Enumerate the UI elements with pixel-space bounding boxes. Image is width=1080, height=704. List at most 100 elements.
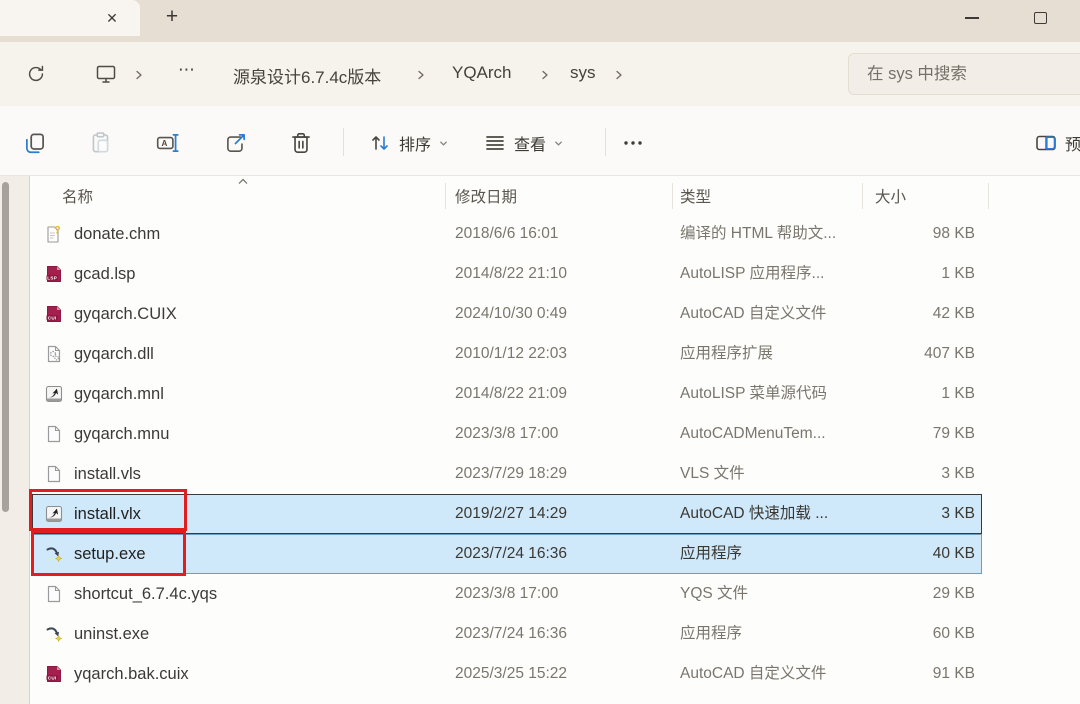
file-name: gyqarch.dll <box>74 334 154 374</box>
file-type: AutoCAD 自定义文件 <box>680 654 826 694</box>
paste-button[interactable] <box>80 126 122 160</box>
file-row[interactable]: gyqarch.mnl 2014/8/22 21:09 AutoLISP 菜单源… <box>30 374 1080 414</box>
file-size: 1 KB <box>858 254 975 294</box>
location-button[interactable] <box>93 60 119 88</box>
vlx-arrow-file-icon <box>44 504 64 524</box>
file-size: 60 KB <box>858 614 975 654</box>
file-size: 1 KB <box>858 374 975 414</box>
file-row[interactable]: LSP gcad.lsp 2014/8/22 21:10 AutoLISP 应用… <box>30 254 1080 294</box>
file-date-modified: 2023/7/24 16:36 <box>455 534 567 574</box>
search-input[interactable] <box>867 54 1067 94</box>
file-explorer-window: ✕ + ⋯ 源泉设计6.7.4c版本 YQArch sys <box>0 0 1080 704</box>
copy-icon <box>22 130 48 156</box>
file-size: 91 KB <box>858 654 975 694</box>
file-size: 40 KB <box>858 534 975 574</box>
file-type: AutoLISP 菜单源代码 <box>680 374 827 414</box>
file-row[interactable]: shortcut_6.7.4c.yqs 2023/3/8 17:00 YQS 文… <box>30 574 1080 614</box>
cuix-file-icon: CUI <box>44 664 64 684</box>
file-date-modified: 2023/7/29 18:29 <box>455 454 567 494</box>
delete-button[interactable] <box>280 126 322 160</box>
refresh-icon <box>25 63 47 85</box>
new-tab-button[interactable]: + <box>158 4 186 32</box>
file-name: install.vls <box>74 454 141 494</box>
svg-text:A: A <box>162 139 168 148</box>
file-row[interactable]: install.vlx 2019/2/27 14:29 AutoCAD 快速加载… <box>30 494 1080 534</box>
sort-arrows-icon <box>368 131 392 155</box>
share-button[interactable] <box>215 126 257 160</box>
file-type: AutoCADMenuTem... <box>680 414 826 454</box>
file-name: gyqarch.mnl <box>74 374 164 414</box>
chevron-right-icon <box>133 68 145 82</box>
file-type: VLS 文件 <box>680 454 745 494</box>
vlx-arrow-file-icon <box>44 384 64 404</box>
file-size: 98 KB <box>858 214 975 254</box>
maximize-button[interactable] <box>1017 0 1063 36</box>
file-row[interactable]: CUI yqarch.bak.cuix 2025/3/25 15:22 Auto… <box>30 654 1080 694</box>
file-type: AutoCAD 自定义文件 <box>680 294 826 334</box>
file-size: 3 KB <box>858 494 975 534</box>
copy-button[interactable] <box>14 126 56 160</box>
file-row[interactable]: install.vls 2023/7/29 18:29 VLS 文件 3 KB <box>30 454 1080 494</box>
file-date-modified: 2014/8/22 21:09 <box>455 374 567 414</box>
toolbar-separator <box>343 128 344 156</box>
file-row[interactable]: gyqarch.dll 2010/1/12 22:03 应用程序扩展 407 K… <box>30 334 1080 374</box>
file-type: YQS 文件 <box>680 574 748 614</box>
breadcrumb-segment-yqarch[interactable]: YQArch <box>452 63 512 83</box>
paste-icon <box>88 130 114 156</box>
breadcrumb-segment-sys[interactable]: sys <box>570 63 596 83</box>
trash-icon <box>288 130 314 156</box>
file-type: AutoLISP 应用程序... <box>680 254 824 294</box>
preview-label: 预 <box>1065 131 1080 155</box>
file-list-panel: 名称 修改日期 类型 大小 ? donate.chm 2018/6/6 16:0… <box>30 176 1080 704</box>
file-name: shortcut_6.7.4c.yqs <box>74 574 217 614</box>
file-date-modified: 2019/2/27 14:29 <box>455 494 567 534</box>
explorer-tab[interactable]: ✕ <box>0 0 140 36</box>
svg-text:CUI: CUI <box>48 675 57 680</box>
file-row[interactable]: uninst.exe 2023/7/24 16:36 应用程序 60 KB <box>30 614 1080 654</box>
lsp-file-icon: LSP <box>44 264 64 284</box>
more-options-button[interactable] <box>612 126 654 160</box>
breadcrumb-overflow-icon[interactable]: ⋯ <box>178 60 196 80</box>
vertical-scrollbar-thumb[interactable] <box>2 182 9 512</box>
installer-exe-icon <box>44 544 64 564</box>
file-row[interactable]: gyqarch.mnu 2023/3/8 17:00 AutoCADMenuTe… <box>30 414 1080 454</box>
installer-exe-icon <box>44 624 64 644</box>
file-name: install.vlx <box>74 494 141 534</box>
search-box[interactable] <box>848 53 1080 95</box>
file-name: donate.chm <box>74 214 160 254</box>
file-name: setup.exe <box>74 534 146 574</box>
file-date-modified: 2023/3/8 17:00 <box>455 574 558 614</box>
view-button[interactable]: 查看 <box>483 126 564 160</box>
plain-file-icon <box>44 424 64 444</box>
svg-text:LSP: LSP <box>47 275 57 280</box>
file-name: gyqarch.mnu <box>74 414 169 454</box>
preview-pane-button[interactable]: 预 <box>1034 126 1080 160</box>
refresh-button[interactable] <box>24 60 48 88</box>
toolbar-separator <box>605 128 606 156</box>
chevron-right-icon <box>539 68 551 82</box>
tab-close-icon[interactable]: ✕ <box>100 6 124 30</box>
chm-help-file-icon: ? <box>44 224 64 244</box>
command-toolbar: A 排序 查看 预 <box>0 106 1080 176</box>
file-name: gcad.lsp <box>74 254 135 294</box>
rename-icon: A <box>155 130 181 156</box>
minimize-button[interactable] <box>949 0 995 36</box>
titlebar: ✕ + <box>0 0 1080 42</box>
minimize-icon <box>965 17 979 19</box>
file-type: 应用程序 <box>680 614 742 654</box>
file-row[interactable]: CUI gyqarch.CUIX 2024/10/30 0:49 AutoCAD… <box>30 294 1080 334</box>
file-row[interactable]: ? donate.chm 2018/6/6 16:01 编译的 HTML 帮助文… <box>30 214 1080 254</box>
dll-file-icon <box>44 344 64 364</box>
file-rows-container: ? donate.chm 2018/6/6 16:01 编译的 HTML 帮助文… <box>30 176 1080 704</box>
file-name: gyqarch.CUIX <box>74 294 177 334</box>
file-name: uninst.exe <box>74 614 149 654</box>
chevron-down-icon <box>553 138 564 149</box>
rename-button[interactable]: A <box>147 126 189 160</box>
file-date-modified: 2025/3/25 15:22 <box>455 654 567 694</box>
breadcrumb-segment-version[interactable]: 源泉设计6.7.4c版本 <box>233 63 381 88</box>
chevron-down-icon <box>438 138 449 149</box>
file-size: 42 KB <box>858 294 975 334</box>
file-row[interactable]: setup.exe 2023/7/24 16:36 应用程序 40 KB <box>30 534 1080 574</box>
sort-button[interactable]: 排序 <box>368 126 449 160</box>
plain-file-icon <box>44 584 64 604</box>
